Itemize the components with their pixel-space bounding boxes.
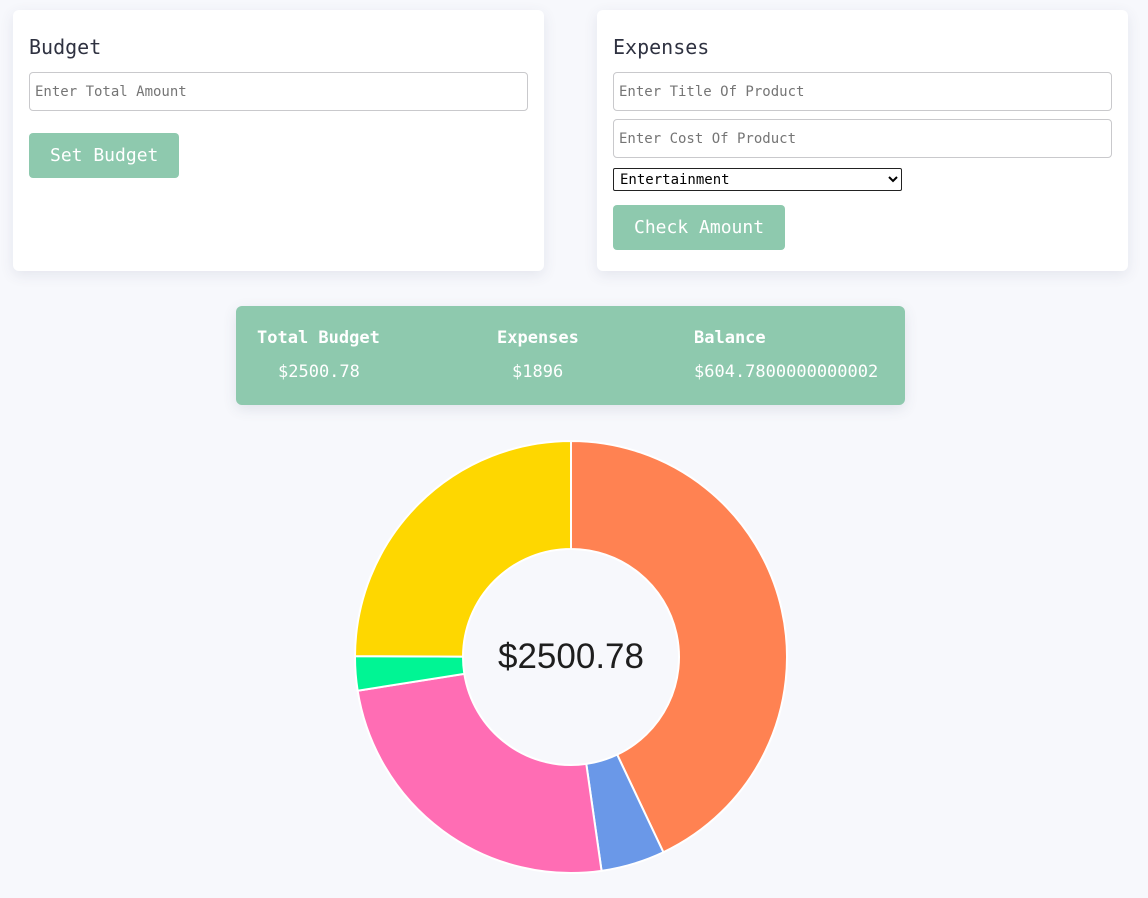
expenses-card: Expenses Entertainment Check Amount — [597, 10, 1128, 271]
balance-value: $604.7800000000002 — [694, 362, 879, 382]
doughnut-chart-svg — [353, 439, 788, 874]
product-title-input[interactable] — [613, 72, 1112, 111]
expense-doughnut-chart: $2500.78 — [350, 436, 792, 878]
total-budget-label: Total Budget — [257, 328, 380, 348]
chart-slice-4[interactable] — [353, 439, 572, 658]
chart-slice-2[interactable] — [356, 672, 603, 874]
expenses-label: Expenses — [497, 328, 579, 348]
product-cost-input[interactable] — [613, 119, 1112, 158]
category-select[interactable]: Entertainment — [613, 168, 902, 191]
budget-card: Budget Set Budget — [13, 10, 544, 271]
budget-title: Budget — [29, 35, 102, 59]
total-budget-value: $2500.78 — [278, 362, 360, 382]
expenses-value: $1896 — [512, 362, 564, 382]
balance-label: Balance — [694, 328, 766, 348]
total-amount-input[interactable] — [29, 72, 528, 111]
check-amount-button[interactable]: Check Amount — [613, 205, 786, 250]
expenses-title: Expenses — [613, 35, 710, 59]
set-budget-button[interactable]: Set Budget — [29, 133, 180, 178]
summary-panel: Total Budget $2500.78 Expenses $1896 Bal… — [236, 306, 905, 405]
